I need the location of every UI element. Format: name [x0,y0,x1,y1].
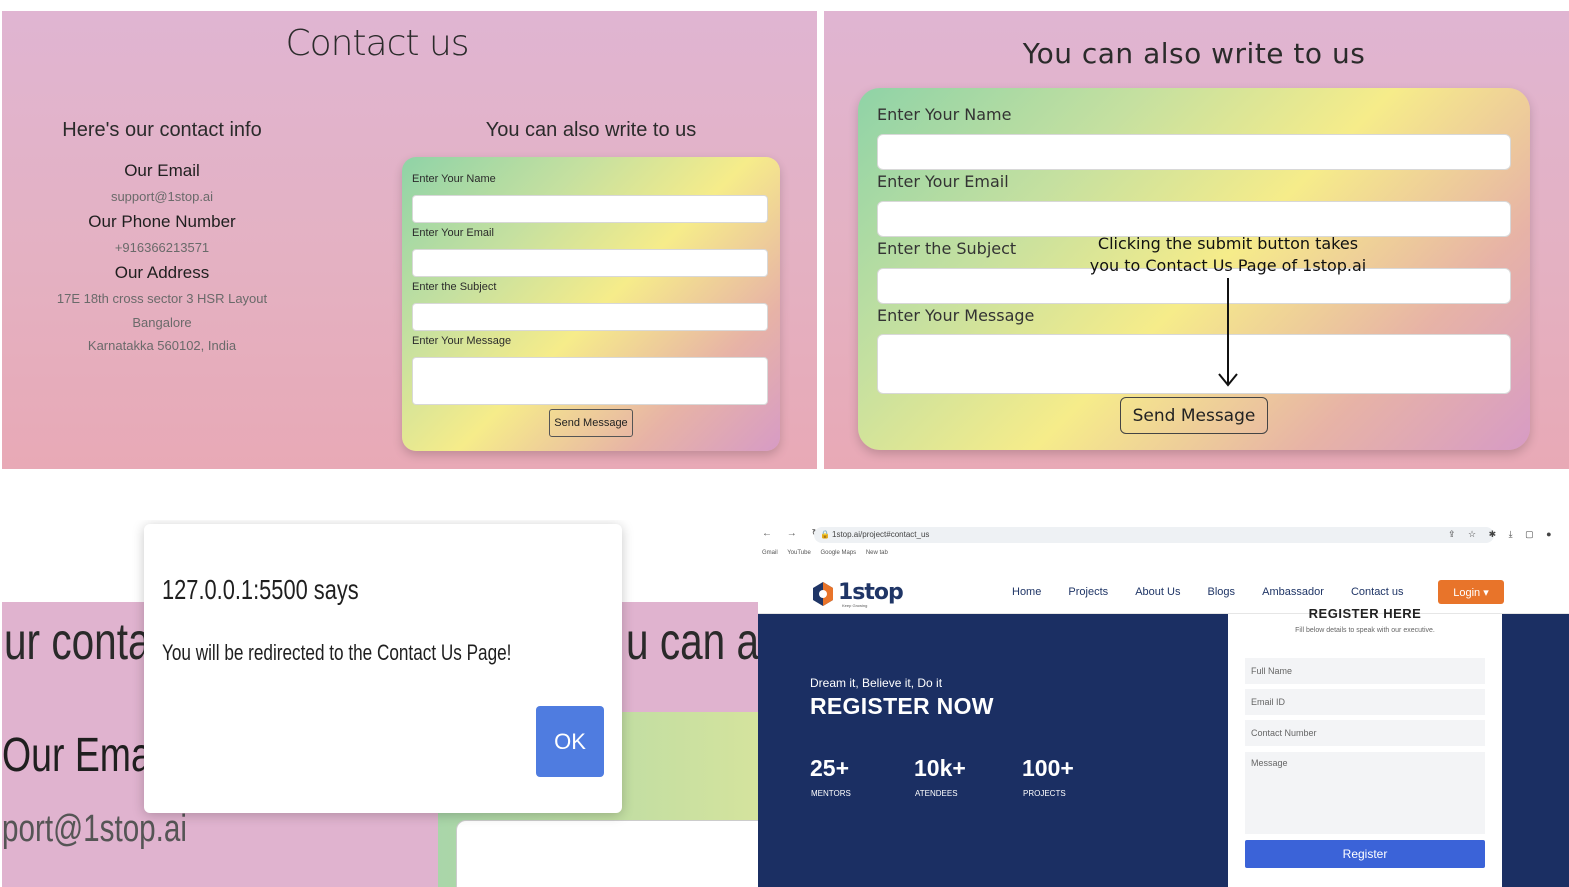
subject-label: Enter the Subject [412,281,497,293]
bookmark-youtube[interactable]: YouTube [787,550,811,556]
nav-links: Home Projects About Us Blogs Ambassador … [1012,586,1428,598]
email-id-input[interactable]: Email ID [1245,689,1485,715]
email-field-label: Enter Your Email [877,172,1009,191]
form-heading: You can also write to us [485,119,697,141]
stat-mentors-label: MENTORS [811,789,851,798]
ok-button[interactable]: OK [536,706,604,777]
logo-text[interactable]: 1stop [838,580,904,605]
phone-value: +916366213571 [114,240,210,255]
register-form-title: REGISTER HERE [1308,606,1422,621]
message-label: Enter Your Message [877,306,1035,325]
email-value: support@1stop.ai [110,189,214,204]
message-textarea[interactable] [412,357,768,405]
subject-label: Enter the Subject [877,239,1017,258]
nav-contact-us[interactable]: Contact us [1351,586,1404,598]
contact-number-input[interactable]: Contact Number [1245,720,1485,746]
name-label: Enter Your Name [877,105,1012,124]
browser-panel: ← → ↻ 1stop.ai/project#contact_us 🔒 ⇪ ☆ … [758,524,1569,887]
toolbar-icons[interactable]: ⇪ ☆ ✱ ⤓ ▢ ● [1448,529,1557,540]
full-name-input[interactable]: Full Name [1245,658,1485,684]
stat-attendees-label: ATENDEES [915,789,958,798]
bookmark-maps[interactable]: Google Maps [820,550,856,556]
stat-mentors-number: 25+ [810,755,850,781]
hero-tagline: Dream it, Believe it, Do it [810,676,943,690]
name-input[interactable] [412,195,768,223]
name-input[interactable] [877,134,1511,170]
phone-label: Our Phone Number [88,212,236,231]
stat-projects-label: PROJECTS [1023,789,1066,798]
nav-home[interactable]: Home [1012,586,1041,598]
contact-info-heading: Here's our contact info [62,119,262,141]
name-label: Enter Your Name [412,173,496,185]
address-line-3: Karnatakka 560102, India [87,338,237,353]
nav-ambassador[interactable]: Ambassador [1262,586,1324,598]
dialog-title: 127.0.0.1:5500 says [162,574,359,605]
message-label: Enter Your Message [412,335,512,347]
address-bar[interactable]: 1stop.ai/project#contact_us [814,527,1494,543]
dialog-message: You will be redirected to the Contact Us… [162,640,512,665]
background-text: u can also [626,613,758,671]
register-button[interactable]: Register [1245,840,1485,868]
email-input[interactable] [412,249,768,277]
form-zoom-panel: You can also write to us Enter Your Name… [824,11,1569,469]
form-title: You can also write to us [1022,37,1366,70]
stat-projects-number: 100+ [1022,755,1074,781]
contact-page-panel: Contact us Here's our contact info Our E… [2,11,817,469]
bookmark-gmail[interactable]: Gmail [762,550,778,556]
contact-form-card: Enter Your Name Enter Your Email Enter t… [402,157,780,451]
background-text: port@1stop.ai [2,808,187,850]
page-title: Contact us [285,23,469,64]
hero-heading: REGISTER NOW [810,693,994,719]
background-input [456,820,758,887]
bookmark-new-tab[interactable]: New tab [866,550,888,556]
nav-projects[interactable]: Projects [1068,586,1108,598]
nav-about-us[interactable]: About Us [1135,586,1180,598]
address-label: Our Address [114,263,210,282]
address-line-1: 17E 18th cross sector 3 HSR Layout [56,291,268,306]
lock-icon: 🔒 [820,530,830,539]
address-line-2: Bangalore [132,315,192,330]
bookmarks-bar: Gmail YouTube Google Maps New tab [762,550,896,556]
stat-attendees-number: 10k+ [914,755,966,781]
subject-input[interactable] [412,303,768,331]
send-message-button[interactable]: Send Message [1120,397,1268,434]
annotation-line-2: you to Contact Us Page of 1stop.ai [1089,256,1367,275]
logo-icon [813,582,833,606]
login-button[interactable]: Login ▾ [1438,580,1504,604]
annotation-line-1: Clicking the submit button takes [1097,234,1359,253]
message-textarea[interactable] [877,334,1511,394]
down-arrow-icon [1218,278,1238,387]
alert-dialog: 127.0.0.1:5500 says You will be redirect… [144,524,622,813]
email-field-label: Enter Your Email [412,227,494,239]
logo-tagline: Keep Growing [842,603,868,608]
email-label: Our Email [124,161,200,180]
register-form-subtitle: Fill below details to speak with our exe… [1295,627,1435,634]
register-form: REGISTER HERE Fill below details to spea… [1228,606,1502,887]
message-textarea[interactable]: Message [1245,752,1485,834]
email-input[interactable] [877,201,1511,237]
nav-blogs[interactable]: Blogs [1208,586,1236,598]
annotation-note: Clicking the submit button takes you to … [1058,233,1398,277]
send-message-button[interactable]: Send Message [549,409,633,437]
alert-dialog-panel: ur contact u can also Our Email port@1st… [0,520,758,887]
contact-form-card: Enter Your Name Enter Your Email Enter t… [858,88,1530,450]
